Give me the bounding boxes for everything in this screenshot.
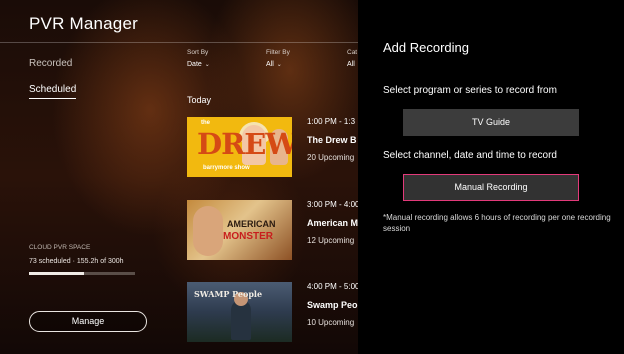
chevron-down-icon: ⌄	[276, 62, 282, 68]
thumbnail-text: SWAMP People	[194, 289, 263, 299]
title-divider	[0, 42, 358, 43]
filter-by-dropdown[interactable]: All ⌄	[266, 61, 282, 68]
program-title: American M	[307, 218, 359, 228]
thumbnail-text: barrymore show	[203, 165, 250, 171]
program-thumbnail: the DREW barrymore show	[187, 117, 292, 177]
program-title: The Drew B	[307, 135, 357, 145]
thumbnail-text: MONSTER	[223, 231, 273, 242]
program-upcoming-count: 10 Upcoming	[307, 318, 355, 327]
category-dropdown[interactable]: All	[347, 61, 355, 68]
sort-by-label: Sort By	[187, 49, 209, 56]
filter-by-label: Filter By	[266, 49, 290, 56]
sort-by-dropdown[interactable]: Date ⌄	[187, 61, 210, 68]
program-item[interactable]: SWAMP People 4:00 PM - 5:00 Swamp Peo 10…	[187, 282, 360, 342]
program-instruction: Select program or series to record from	[383, 85, 557, 96]
panel-title: Add Recording	[383, 40, 469, 55]
thumbnail-art	[193, 206, 223, 256]
storage-label: CLOUD PVR SPACE	[29, 244, 91, 251]
manage-button[interactable]: Manage	[29, 311, 147, 332]
page-title: PVR Manager	[29, 14, 138, 33]
filter-by-value: All	[266, 61, 274, 68]
storage-progress-fill	[29, 272, 84, 275]
nav-item-scheduled[interactable]: Scheduled	[29, 84, 77, 99]
program-thumbnail: AMERICAN MONSTER	[187, 200, 292, 260]
category-label: Cat	[347, 49, 358, 56]
sort-by-value: Date	[187, 61, 202, 68]
program-item[interactable]: AMERICAN MONSTER 3:00 PM - 4:00 American…	[187, 200, 360, 260]
program-time: 4:00 PM - 5:00	[307, 282, 360, 291]
nav-item-recorded[interactable]: Recorded	[29, 58, 72, 69]
add-recording-panel: Add Recording Select program or series t…	[358, 0, 624, 354]
section-heading-today: Today	[187, 95, 212, 105]
program-upcoming-count: 12 Upcoming	[307, 236, 355, 245]
category-value: All	[347, 61, 355, 68]
thumbnail-text: DREW	[197, 127, 292, 161]
thumbnail-art	[231, 300, 251, 340]
storage-progress-bar	[29, 272, 135, 275]
manual-recording-note: *Manual recording allows 6 hours of reco…	[383, 213, 611, 233]
storage-status: 73 scheduled · 155.2h of 300h	[29, 258, 124, 265]
channel-instruction: Select channel, date and time to record	[383, 150, 557, 161]
program-item[interactable]: the DREW barrymore show 1:00 PM - 1:3 Th…	[187, 117, 358, 177]
thumbnail-text: AMERICAN	[227, 219, 276, 229]
program-thumbnail: SWAMP People	[187, 282, 292, 342]
program-time: 3:00 PM - 4:00	[307, 200, 360, 209]
tv-guide-button[interactable]: TV Guide	[403, 109, 579, 136]
program-time: 1:00 PM - 1:3	[307, 117, 356, 126]
manual-recording-button[interactable]: Manual Recording	[403, 174, 579, 201]
program-upcoming-count: 20 Upcoming	[307, 153, 355, 162]
chevron-down-icon: ⌄	[204, 62, 210, 68]
program-title: Swamp Peo	[307, 300, 358, 310]
thumbnail-text: the	[201, 120, 210, 126]
